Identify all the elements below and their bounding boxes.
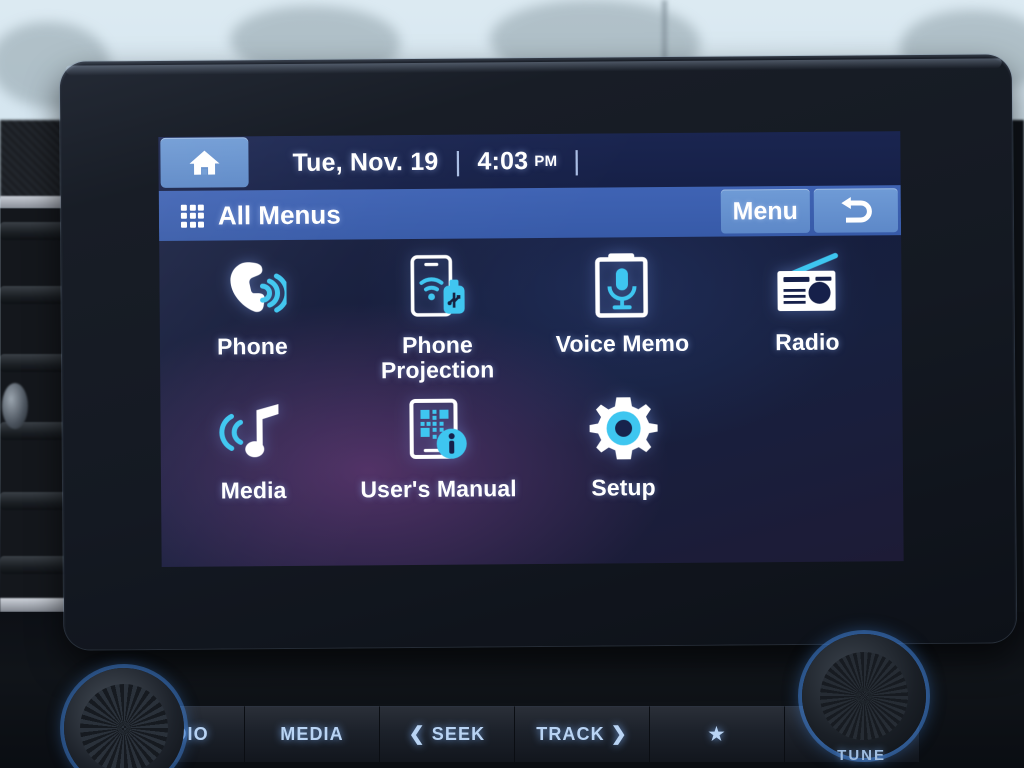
status-ampm: PM <box>534 152 558 170</box>
app-grid-row: Phone Phone Projection Voice Memo Radio <box>159 243 902 384</box>
app-tile-setup[interactable]: Setup <box>530 388 716 500</box>
chevron-left-icon: ❮ <box>408 724 426 745</box>
app-label-line2: Projection <box>380 356 495 384</box>
app-tile-media[interactable]: Media <box>160 391 346 503</box>
hw-button-seek[interactable]: ❮ SEEK <box>380 706 515 762</box>
app-label: Phone <box>216 332 288 360</box>
page-title: All Menus <box>217 199 341 231</box>
hw-button-label: MEDIA <box>280 724 344 744</box>
phone-handset-icon <box>218 248 287 329</box>
app-tile-phone-projection[interactable]: Phone Projection <box>344 246 530 383</box>
hw-button-label: SEEK <box>431 724 486 744</box>
chevron-right-icon: ❯ <box>610 724 628 745</box>
menu-button[interactable]: Menu <box>720 188 811 234</box>
app-tile-empty <box>715 387 901 499</box>
back-arrow-icon <box>841 197 872 223</box>
status-bar: Tue, Nov. 19 | 4:03 PM | <box>158 131 901 191</box>
home-icon <box>189 150 220 175</box>
status-time: 4:03 <box>477 146 529 175</box>
infotainment-screen[interactable]: Tue, Nov. 19 | 4:03 PM | All Menus Menu <box>158 131 904 567</box>
app-label: Media <box>220 476 287 504</box>
home-button[interactable] <box>160 137 249 188</box>
app-grid: Phone Phone Projection Voice Memo Radio … <box>159 243 903 503</box>
app-tile-voice-memo[interactable]: Voice Memo <box>529 245 715 382</box>
hw-button-track[interactable]: TRACK ❯ <box>515 706 650 762</box>
app-label-line1: Phone <box>401 331 473 359</box>
app-tile-radio[interactable]: Radio <box>714 243 900 380</box>
radio-icon <box>771 244 844 325</box>
head-unit-bezel: Tue, Nov. 19 | 4:03 PM | All Menus Menu <box>59 54 1017 650</box>
grid-menu-icon <box>180 204 205 228</box>
app-tile-phone[interactable]: Phone <box>159 248 345 385</box>
hw-button-label: TRACK <box>536 724 605 744</box>
star-icon: ★ <box>708 724 726 744</box>
titlebar-spacer <box>341 212 721 215</box>
app-label: User's Manual <box>360 474 517 503</box>
hardware-button-bar: RADIO MEDIA ❮ SEEK TRACK ❯ ★ SETUP TUNE <box>64 634 926 768</box>
hw-button-favorite[interactable]: ★ <box>650 706 785 762</box>
menu-button-label: Menu <box>732 196 799 225</box>
tune-knob-label: TUNE <box>837 747 886 764</box>
app-label: Setup <box>591 473 656 501</box>
phone-projection-icon <box>403 247 472 328</box>
back-button[interactable] <box>813 188 899 233</box>
app-tile-users-manual[interactable]: User's Manual <box>345 390 531 502</box>
setup-gear-icon <box>589 389 658 470</box>
vent-direction-knob[interactable] <box>2 383 28 429</box>
status-separator: | <box>573 145 581 176</box>
title-bar: All Menus Menu <box>158 185 902 241</box>
app-label: Voice Memo <box>555 329 690 357</box>
status-date: Tue, Nov. 19 <box>292 147 439 177</box>
users-manual-icon <box>405 390 472 471</box>
tune-knob[interactable] <box>802 634 926 758</box>
voice-memo-icon <box>590 245 655 326</box>
app-grid-row: Media User's Manual Setup <box>160 387 903 504</box>
status-separator: | <box>454 146 462 177</box>
app-label: Radio <box>775 328 840 356</box>
hw-button-media[interactable]: MEDIA <box>245 706 380 762</box>
app-label: Phone Projection <box>380 331 495 384</box>
media-note-icon <box>218 392 289 473</box>
